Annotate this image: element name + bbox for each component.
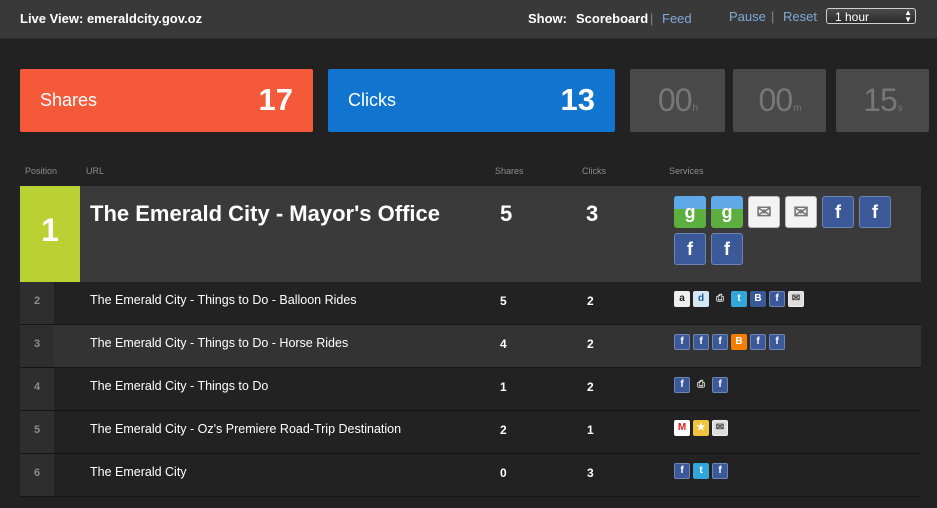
services-icons: M ★ ✉	[674, 420, 731, 438]
facebook-icon[interactable]: f	[711, 233, 743, 265]
twitter-icon[interactable]: t	[731, 291, 747, 307]
email-icon[interactable]: ✉	[748, 196, 780, 228]
url-title[interactable]: The Emerald City - Mayor's Office	[90, 201, 440, 227]
email-icon[interactable]: ✉	[712, 420, 728, 436]
clicks-count: 1	[587, 423, 594, 437]
shares-count: 5	[500, 201, 513, 226]
pause-button[interactable]: Pause	[729, 9, 766, 24]
column-header-services: Services	[669, 166, 704, 176]
clicks-value: 13	[560, 82, 595, 117]
services-icons: ftf	[674, 463, 731, 481]
timer-hours-value: 00	[657, 82, 693, 118]
url-title[interactable]: The Emerald City - Things to Do	[90, 379, 268, 393]
time-range-value: 1 hour	[835, 10, 870, 24]
shares-value: 17	[258, 82, 293, 117]
facebook-icon[interactable]: f	[750, 334, 766, 350]
digg-icon[interactable]: d	[693, 291, 709, 307]
print-icon[interactable]: ⎙	[693, 377, 709, 393]
column-header-clicks: Clicks	[582, 166, 606, 176]
services-icons: g g ✉ ✉ f f f f	[674, 196, 904, 270]
control-separator: |	[771, 9, 775, 24]
services-icons: fffBff	[674, 334, 788, 352]
table-row-top[interactable]: 1 The Emerald City - Mayor's Office 5 3 …	[20, 186, 921, 282]
position-number: 4	[20, 368, 54, 410]
clicks-count: 3	[586, 201, 599, 226]
services-icons: f ⎙ f	[674, 377, 731, 395]
email-icon[interactable]: ✉	[788, 291, 804, 307]
facebook-icon[interactable]: f	[674, 377, 690, 393]
position-number: 3	[20, 325, 54, 367]
url-title[interactable]: The Emerald City - Things to Do - Balloo…	[90, 293, 357, 307]
url-title[interactable]: The Emerald City - Oz's Premiere Road-Tr…	[90, 422, 401, 436]
shares-total-box: Shares 17	[20, 69, 313, 132]
facebook-icon[interactable]: f	[822, 196, 854, 228]
shares-count: 2	[500, 423, 507, 437]
position-number: 6	[20, 454, 54, 496]
nav-separator: |	[650, 11, 654, 26]
amazon-icon[interactable]: a	[674, 291, 690, 307]
blogger-icon[interactable]: B	[750, 291, 766, 307]
facebook-icon[interactable]: f	[769, 334, 785, 350]
facebook-icon[interactable]: f	[769, 291, 785, 307]
time-range-select[interactable]: 1 hour ▲ ▼	[826, 8, 916, 24]
timer-seconds: 15s	[836, 69, 929, 132]
clicks-count: 3	[587, 466, 594, 480]
clicks-count: 2	[587, 294, 594, 308]
google-icon[interactable]: g	[674, 196, 706, 228]
url-title[interactable]: The Emerald City	[90, 465, 187, 479]
table-row[interactable]: 2 The Emerald City - Things to Do - Ball…	[20, 282, 921, 325]
shares-count: 4	[500, 337, 507, 351]
top-bar: Live View: emeraldcity.gov.oz Show: Scor…	[0, 0, 937, 39]
timer-minutes-unit: m	[793, 103, 801, 114]
email-icon[interactable]: ✉	[785, 196, 817, 228]
google-icon[interactable]: g	[711, 196, 743, 228]
services-icons: a d ⎙ t Bf ✉	[674, 291, 807, 309]
position-number: 2	[20, 282, 54, 324]
select-arrows-icon: ▲ ▼	[904, 8, 912, 24]
clicks-label: Clicks	[348, 90, 396, 110]
shares-count: 1	[500, 380, 507, 394]
clicks-count: 2	[587, 337, 594, 351]
reset-button[interactable]: Reset	[783, 9, 817, 24]
table-row[interactable]: 3 The Emerald City - Things to Do - Hors…	[20, 325, 921, 368]
nav-feed[interactable]: Feed	[662, 11, 692, 26]
table-row[interactable]: 6 The Emerald City 0 3 ftf	[20, 454, 921, 497]
timer-seconds-unit: s	[897, 103, 903, 114]
url-title[interactable]: The Emerald City - Things to Do - Horse …	[90, 336, 348, 350]
facebook-icon[interactable]: f	[674, 233, 706, 265]
show-label: Show:	[528, 11, 567, 26]
timer-seconds-value: 15	[863, 82, 898, 118]
position-number: 1	[41, 212, 59, 248]
facebook-icon[interactable]: f	[712, 463, 728, 479]
timer-hours: 00h	[630, 69, 725, 132]
column-header-shares: Shares	[495, 166, 524, 176]
column-header-url: URL	[86, 166, 105, 176]
facebook-icon[interactable]: f	[712, 334, 728, 350]
clicks-count: 2	[587, 380, 594, 394]
twitter-icon[interactable]: t	[693, 463, 709, 479]
table-row[interactable]: 4 The Emerald City - Things to Do 1 2 f ⎙…	[20, 368, 921, 411]
facebook-icon[interactable]: f	[674, 334, 690, 350]
shares-label: Shares	[40, 90, 98, 110]
timer-minutes-value: 00	[758, 82, 794, 118]
live-view-title: Live View: emeraldcity.gov.oz	[20, 11, 203, 26]
print-icon[interactable]: ⎙	[712, 291, 728, 307]
facebook-icon[interactable]: f	[712, 377, 728, 393]
column-header-position: Position	[25, 166, 58, 176]
facebook-icon[interactable]: f	[693, 334, 709, 350]
position-number: 5	[20, 411, 54, 453]
shares-count: 5	[500, 294, 507, 308]
blogger-icon[interactable]: B	[731, 334, 747, 350]
position-badge: 1	[20, 186, 80, 282]
timer-hours-unit: h	[692, 103, 698, 114]
shares-count: 0	[500, 466, 507, 480]
facebook-icon[interactable]: f	[859, 196, 891, 228]
favorite-icon[interactable]: ★	[693, 420, 709, 436]
gmail-icon[interactable]: M	[674, 420, 690, 436]
clicks-total-box: Clicks 13	[328, 69, 615, 132]
nav-scoreboard[interactable]: Scoreboard	[576, 11, 648, 26]
table-row[interactable]: 5 The Emerald City - Oz's Premiere Road-…	[20, 411, 921, 454]
timer-minutes: 00m	[733, 69, 826, 132]
facebook-icon[interactable]: f	[674, 463, 690, 479]
